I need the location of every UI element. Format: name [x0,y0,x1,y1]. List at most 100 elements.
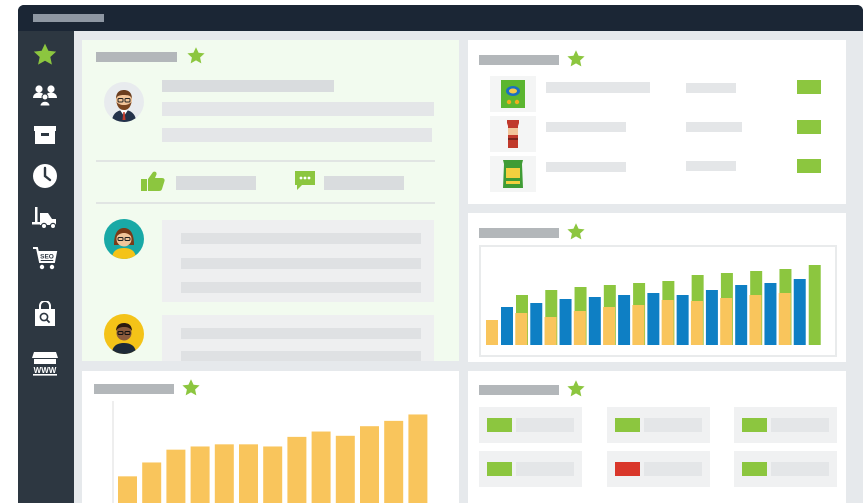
comment-text-placeholder [181,328,421,339]
chart-bar [676,295,689,345]
status-tile[interactable] [479,451,582,487]
sidebar-item-webstore[interactable]: WWW [31,349,59,377]
product-thumbnail[interactable] [490,116,536,152]
status-indicator-ok [797,80,821,94]
star-icon[interactable] [566,49,586,69]
user-avatar-image [112,90,136,122]
status-tile[interactable] [479,407,582,443]
chart-bar [661,300,674,345]
sidebar-item-history[interactable] [31,162,59,190]
avatar[interactable] [104,314,144,354]
clock-icon [33,164,57,188]
chart-bar [603,307,616,345]
status-label-placeholder [516,462,574,476]
post-text-placeholder [162,128,432,142]
star-icon[interactable] [181,378,201,398]
status-indicator-ok [615,418,640,432]
comment-icon[interactable] [293,169,317,193]
thumbs-up-icon[interactable] [140,170,166,192]
chart-bar [588,297,601,345]
chart-bar [573,311,586,345]
comment-text-placeholder [181,282,421,293]
sidebar-item-users[interactable] [31,81,59,109]
chart-bar [190,446,210,503]
status-indicator-ok [487,462,512,476]
forklift-icon [32,207,57,229]
chart-bar [705,290,718,345]
chart-bar [384,420,404,503]
chart-bar [778,293,791,345]
chart-bar [515,313,528,345]
products-widget [468,40,846,204]
status-indicator-ok [742,462,767,476]
product-thumbnail[interactable] [490,156,536,192]
chart-bar [214,444,234,503]
comment-text-placeholder [181,258,421,269]
app-window: SEO WWW [18,5,863,503]
grouped-bar-chart [486,265,821,345]
status-indicator-ok [742,418,767,432]
comment-label-placeholder[interactable] [324,176,404,190]
status-tiles-widget [468,371,846,503]
chart-bar [808,265,821,345]
widget-title-placeholder [96,52,177,62]
status-tile[interactable] [734,407,837,443]
status-indicator-ok [487,418,512,432]
chart-bar [311,431,331,503]
chart-bar [166,449,186,503]
star-icon[interactable] [186,46,206,66]
sidebar-item-inventory[interactable] [31,121,59,149]
product-name-placeholder [546,122,626,132]
like-label-placeholder[interactable] [176,176,256,190]
widget-title-placeholder [479,228,559,238]
star-icon[interactable] [566,222,586,242]
status-label-placeholder [771,462,829,476]
sidebar-item-shop-search[interactable] [31,300,59,328]
widget-title-placeholder [94,384,174,394]
user-avatar-image [112,228,136,259]
svg-text:SEO: SEO [40,254,54,261]
activity-feed-widget [82,40,459,361]
status-tile[interactable] [734,451,837,487]
sidebar-item-logistics[interactable] [31,203,59,231]
chart-bar [360,426,379,503]
product-name-placeholder [546,162,626,172]
seo-cart-icon: SEO [33,247,58,270]
window-title-placeholder [33,14,104,22]
chart-bar [647,293,660,345]
sidebar-item-favorites[interactable] [31,41,59,69]
status-label-placeholder [771,418,829,432]
www-store-icon: WWW [32,352,58,376]
chart-bar [239,444,258,503]
chart-bar [793,279,806,345]
star-icon[interactable] [566,379,586,399]
bar-chart [112,401,428,503]
post-text-placeholder [162,102,434,116]
status-tile[interactable] [607,407,710,443]
chart-bar [559,299,572,345]
widget-title-placeholder [479,55,559,65]
product-name-placeholder [546,82,650,93]
status-indicator-alert [615,462,640,476]
product-price-placeholder [686,122,742,132]
status-tile[interactable] [607,451,710,487]
star-icon [33,43,57,65]
product-price-placeholder [686,161,736,171]
product-price-placeholder [686,83,736,93]
coffee-bag-icon [507,120,519,148]
sidebar: SEO WWW [18,31,74,503]
avatar[interactable] [104,219,144,259]
avatar[interactable] [104,82,144,122]
dashboard-content [74,31,863,503]
sidebar-item-seo[interactable]: SEO [31,245,59,273]
grouped-chart-widget [468,213,846,362]
chart-bar [632,305,645,345]
product-thumbnail[interactable] [490,76,536,112]
title-bar [18,5,863,31]
bar-chart-widget [82,371,459,503]
user-avatar-image [112,323,136,354]
chart-bar [530,303,543,345]
chart-bar [720,298,733,345]
divider [96,202,435,204]
svg-text:WWW: WWW [34,366,57,375]
